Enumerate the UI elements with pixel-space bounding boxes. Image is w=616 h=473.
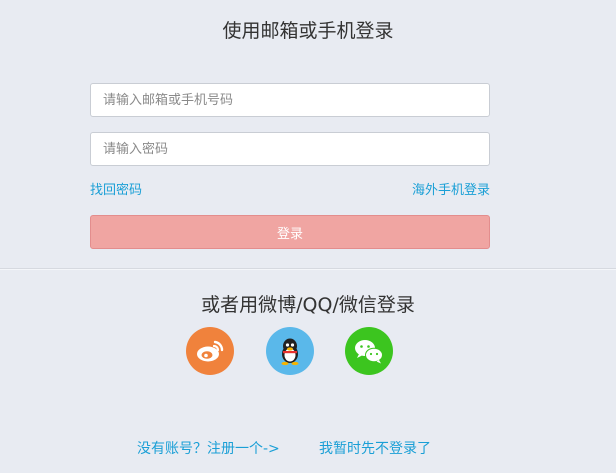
wechat-login-button[interactable] (345, 327, 393, 375)
social-login-title: 或者用微博/QQ/微信登录 (201, 294, 415, 316)
forgot-password-link[interactable]: 找回密码 (90, 182, 142, 200)
qq-penguin-icon (281, 338, 299, 366)
overseas-phone-login-link[interactable]: 海外手机登录 (412, 182, 490, 200)
section-divider (0, 268, 616, 269)
wechat-icon (355, 340, 383, 364)
qq-login-button[interactable] (266, 327, 314, 375)
weibo-login-button[interactable] (186, 327, 234, 375)
password-input[interactable] (90, 132, 490, 166)
account-input[interactable] (90, 83, 490, 117)
register-link[interactable]: 没有账号？注册一个-> (137, 440, 280, 458)
weibo-icon (197, 340, 224, 362)
login-button[interactable]: 登录 (90, 215, 490, 249)
login-title: 使用邮箱或手机登录 (222, 20, 394, 42)
skip-login-link[interactable]: 我暂时先不登录了 (319, 440, 431, 458)
